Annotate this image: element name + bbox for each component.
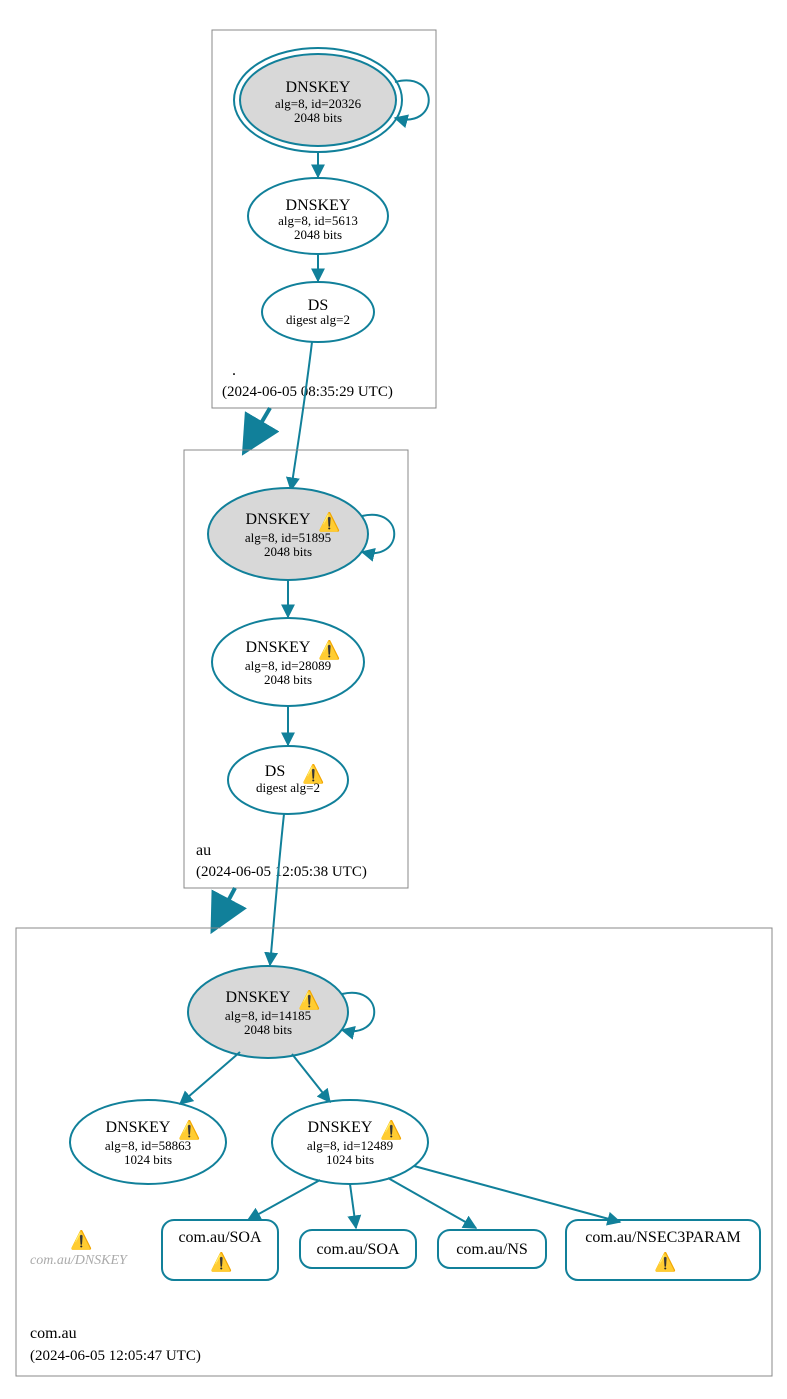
zone-com-au: com.au (2024-06-05 12:05:47 UTC) DNSKEY … bbox=[16, 928, 772, 1376]
svg-text:com.au/SOA: com.au/SOA bbox=[178, 1229, 262, 1246]
warning-icon: ⚠️ bbox=[210, 1251, 232, 1272]
edge bbox=[248, 1180, 320, 1220]
warning-icon: ⚠️ bbox=[654, 1251, 676, 1272]
dnssec-diagram: . (2024-06-05 08:35:29 UTC) DNSKEY alg=8… bbox=[0, 0, 787, 1399]
zone-au: au (2024-06-05 12:05:38 UTC) DNSKEY ⚠️ a… bbox=[184, 450, 408, 888]
svg-text:DNSKEY: DNSKEY bbox=[286, 197, 351, 214]
svg-text:DNSKEY: DNSKEY bbox=[106, 1119, 171, 1136]
svg-text:alg=8, id=12489: alg=8, id=12489 bbox=[307, 1138, 393, 1153]
zone-root-timestamp: (2024-06-05 08:35:29 UTC) bbox=[222, 384, 393, 400]
warning-icon: ⚠️ bbox=[70, 1229, 92, 1250]
svg-text:alg=8, id=20326: alg=8, id=20326 bbox=[275, 96, 362, 111]
zone-au-label: au bbox=[196, 842, 211, 859]
svg-text:DNSKEY: DNSKEY bbox=[286, 79, 351, 96]
comau-dnskey-zsk-b: DNSKEY ⚠️ alg=8, id=12489 1024 bits bbox=[272, 1100, 428, 1184]
svg-text:1024 bits: 1024 bits bbox=[326, 1152, 374, 1167]
svg-text:DS: DS bbox=[265, 763, 285, 780]
record-ns: com.au/NS bbox=[438, 1230, 546, 1268]
record-nsec3param: com.au/NSEC3PARAM ⚠️ bbox=[566, 1220, 760, 1280]
zone-au-timestamp: (2024-06-05 12:05:38 UTC) bbox=[196, 864, 367, 880]
warning-icon: ⚠️ bbox=[318, 639, 340, 660]
svg-text:2048 bits: 2048 bits bbox=[244, 1022, 292, 1037]
root-ds: DS digest alg=2 bbox=[262, 282, 374, 342]
svg-text:2048 bits: 2048 bits bbox=[294, 227, 342, 242]
zone-link-arrow bbox=[218, 888, 235, 920]
svg-text:2048 bits: 2048 bits bbox=[264, 672, 312, 687]
svg-text:com.au/SOA: com.au/SOA bbox=[316, 1241, 400, 1258]
warning-icon: ⚠️ bbox=[178, 1119, 200, 1140]
au-dnskey-ksk: DNSKEY ⚠️ alg=8, id=51895 2048 bits bbox=[208, 488, 368, 580]
comau-ghost-dnskey: ⚠️ com.au/DNSKEY bbox=[30, 1229, 129, 1268]
svg-text:digest alg=2: digest alg=2 bbox=[256, 780, 320, 795]
svg-text:DNSKEY: DNSKEY bbox=[308, 1119, 373, 1136]
svg-text:com.au/NSEC3PARAM: com.au/NSEC3PARAM bbox=[585, 1229, 740, 1246]
zone-root-label: . bbox=[232, 362, 236, 379]
svg-text:alg=8, id=14185: alg=8, id=14185 bbox=[225, 1008, 311, 1023]
zone-link-arrow bbox=[250, 408, 270, 442]
svg-text:alg=8, id=58863: alg=8, id=58863 bbox=[105, 1138, 191, 1153]
svg-text:alg=8, id=28089: alg=8, id=28089 bbox=[245, 658, 331, 673]
comau-dnskey-zsk-a: DNSKEY ⚠️ alg=8, id=58863 1024 bits bbox=[70, 1100, 226, 1184]
svg-text:DNSKEY: DNSKEY bbox=[246, 511, 311, 528]
svg-text:1024 bits: 1024 bits bbox=[124, 1152, 172, 1167]
edge-ds-to-au-ksk bbox=[291, 342, 312, 490]
svg-text:digest alg=2: digest alg=2 bbox=[286, 312, 350, 327]
root-dnskey-zsk: DNSKEY alg=8, id=5613 2048 bits bbox=[248, 178, 388, 254]
au-ds: DS ⚠️ digest alg=2 bbox=[228, 746, 348, 814]
root-dnskey-ksk: DNSKEY alg=8, id=20326 2048 bits bbox=[234, 48, 402, 152]
svg-text:DNSKEY: DNSKEY bbox=[246, 639, 311, 656]
edge bbox=[180, 1052, 240, 1104]
warning-icon: ⚠️ bbox=[298, 989, 320, 1010]
edge bbox=[350, 1184, 356, 1228]
zone-comau-label: com.au bbox=[30, 1325, 77, 1342]
record-soa-1: com.au/SOA ⚠️ bbox=[162, 1220, 278, 1280]
comau-dnskey-ksk: DNSKEY ⚠️ alg=8, id=14185 2048 bits bbox=[188, 966, 348, 1058]
svg-text:com.au/NS: com.au/NS bbox=[456, 1241, 528, 1258]
record-soa-2: com.au/SOA bbox=[300, 1230, 416, 1268]
warning-icon: ⚠️ bbox=[318, 511, 340, 532]
au-dnskey-zsk: DNSKEY ⚠️ alg=8, id=28089 2048 bits bbox=[212, 618, 364, 706]
svg-text:2048 bits: 2048 bits bbox=[294, 110, 342, 125]
edge bbox=[414, 1166, 620, 1222]
edge bbox=[292, 1054, 330, 1102]
svg-text:com.au/DNSKEY: com.au/DNSKEY bbox=[30, 1253, 129, 1268]
warning-icon: ⚠️ bbox=[380, 1119, 402, 1140]
edge-ds-to-comau-ksk bbox=[270, 814, 284, 965]
zone-root: . (2024-06-05 08:35:29 UTC) DNSKEY alg=8… bbox=[212, 30, 436, 408]
svg-text:DNSKEY: DNSKEY bbox=[226, 989, 291, 1006]
svg-text:alg=8, id=5613: alg=8, id=5613 bbox=[278, 213, 358, 228]
svg-text:2048 bits: 2048 bits bbox=[264, 544, 312, 559]
edge bbox=[388, 1178, 476, 1228]
svg-text:alg=8, id=51895: alg=8, id=51895 bbox=[245, 530, 331, 545]
zone-comau-timestamp: (2024-06-05 12:05:47 UTC) bbox=[30, 1348, 201, 1364]
